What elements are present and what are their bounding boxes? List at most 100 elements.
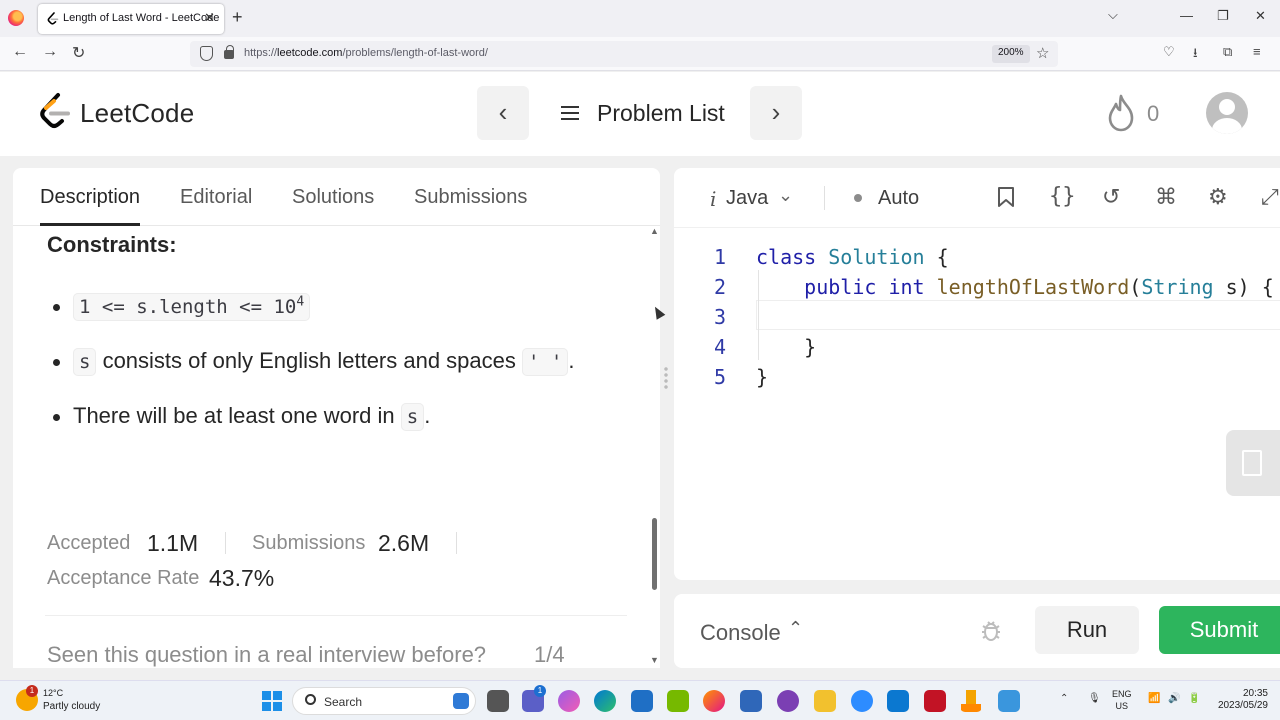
bullet (53, 414, 60, 421)
tab-submissions[interactable]: Submissions (414, 186, 527, 209)
scroll-down-arrow[interactable]: ▼ (650, 655, 659, 665)
downloads-icon[interactable]: ⭳ (1193, 44, 1198, 66)
zoom-level[interactable]: 200% (992, 45, 1030, 63)
back-icon[interactable]: ← (12, 43, 28, 61)
taskbar-search[interactable]: Search (292, 687, 476, 715)
panel-resize-handle[interactable] (664, 366, 668, 390)
store-icon[interactable] (740, 690, 762, 712)
mail-icon[interactable] (631, 690, 653, 712)
code-line-1[interactable]: class Solution { (756, 245, 949, 269)
input-language[interactable]: ENG US (1112, 688, 1132, 712)
scrollbar-thumb[interactable] (652, 518, 657, 590)
volume-icon[interactable]: 🔊 (1168, 693, 1180, 704)
wifi-icon[interactable]: 📶 (1148, 693, 1160, 704)
leetcode-wordmark[interactable]: LeetCode (80, 98, 194, 129)
forward-icon[interactable]: → (42, 43, 58, 61)
inline-code: s (73, 348, 97, 376)
code-line-5[interactable]: } (756, 365, 768, 389)
windows-start-icon[interactable] (262, 691, 282, 711)
constraint-2: s consists of only English letters and s… (73, 348, 574, 376)
reload-icon[interactable]: ↻ (72, 43, 85, 63)
scroll-up-arrow[interactable]: ▲ (650, 226, 659, 236)
list-icon[interactable] (561, 106, 579, 120)
tab-solutions[interactable]: Solutions (292, 186, 374, 209)
system-clock[interactable]: 20:35 2023/05/29 (1210, 688, 1268, 712)
settings-gear-icon[interactable]: ⚙ (1208, 184, 1228, 210)
line-number: 3 (714, 305, 727, 329)
pocket-icon[interactable]: ♡ (1163, 44, 1175, 60)
close-window-icon[interactable]: ✕ (1255, 8, 1266, 24)
divider (225, 532, 226, 554)
url-bar[interactable]: https://leetcode.com/problems/length-of-… (190, 41, 1058, 67)
chevron-down-icon[interactable]: ⌄ (778, 185, 793, 206)
problem-list-link[interactable]: Problem List (597, 100, 725, 127)
edge-browser-icon[interactable] (594, 690, 616, 712)
language-select[interactable]: Java (726, 187, 768, 210)
expand-icon[interactable]: ⤢ (1261, 184, 1279, 210)
show-hidden-icons[interactable]: ⌃ (1060, 693, 1068, 704)
description-panel: Description Editorial Solutions Submissi… (13, 168, 660, 668)
divider (824, 186, 825, 210)
weather-condition[interactable]: Partly cloudy (43, 701, 100, 712)
bing-icon[interactable] (453, 693, 469, 709)
accepted-value: 1.1M (147, 530, 199, 556)
microphone-icon[interactable]: 🎙 (1088, 693, 1101, 704)
divider (456, 532, 457, 554)
tab-description[interactable]: Description (40, 186, 140, 209)
url-text[interactable]: https://leetcode.com/problems/length-of-… (244, 47, 488, 59)
chevron-up-icon[interactable]: ⌃ (788, 618, 803, 639)
minimize-icon[interactable]: — (1180, 8, 1193, 23)
leetcode-logo-icon[interactable] (38, 92, 72, 132)
tab-editorial[interactable]: Editorial (180, 186, 252, 209)
interview-question[interactable]: Seen this question in a real interview b… (47, 642, 486, 668)
new-tab-icon[interactable]: + (232, 7, 243, 28)
console-bar: Console ⌃ Run Submit (674, 594, 1280, 668)
previous-problem-button[interactable]: ‹ (477, 86, 529, 140)
constraint-1-code: 1 <= s.length <= 104 (73, 293, 311, 321)
reset-code-icon[interactable]: ↺ (1102, 184, 1120, 210)
user-avatar[interactable] (1206, 92, 1248, 134)
vscode-icon[interactable] (887, 690, 909, 712)
code-line-4[interactable]: } (756, 335, 816, 359)
temperature[interactable]: 12°C (43, 688, 63, 698)
list-all-tabs-icon[interactable]: ⌵ (1108, 7, 1118, 23)
app-icon[interactable] (777, 690, 799, 712)
submissions-value: 2.6M (378, 530, 430, 556)
app-icon[interactable] (558, 690, 580, 712)
auto-mode[interactable]: Auto (878, 187, 919, 210)
code-line-3[interactable] (756, 305, 768, 329)
zoom-icon[interactable] (851, 690, 873, 712)
firefox-logo-icon[interactable] (8, 10, 24, 26)
notepad-icon[interactable] (998, 690, 1020, 712)
browser-tab[interactable]: Length of Last Word - LeetCode ✕ (38, 4, 224, 34)
bookmark-icon[interactable] (997, 186, 1015, 208)
line-number: 1 (714, 245, 727, 269)
shortcuts-icon[interactable]: ⌘ (1155, 184, 1177, 210)
lock-icon[interactable] (224, 45, 234, 59)
battery-icon[interactable]: 🔋 (1188, 693, 1200, 704)
accepted-label: Accepted (47, 532, 131, 554)
tracking-protection-icon[interactable] (200, 46, 213, 61)
nvidia-icon[interactable] (667, 690, 689, 712)
file-explorer-icon[interactable] (814, 690, 836, 712)
next-problem-button[interactable]: › (750, 86, 802, 140)
intellij-icon[interactable] (924, 690, 946, 712)
firefox-taskbar-icon[interactable] (703, 690, 725, 712)
code-line-2[interactable]: public int lengthOfLastWord(String s) { (756, 275, 1274, 299)
side-note-button[interactable] (1226, 430, 1280, 496)
restore-icon[interactable]: ❐ (1217, 8, 1229, 24)
console-toggle[interactable]: Console (700, 620, 781, 646)
format-code-icon[interactable]: {} (1049, 184, 1076, 209)
streak-flame-icon[interactable] (1105, 94, 1137, 132)
run-button[interactable]: Run (1035, 606, 1139, 654)
task-view-icon[interactable] (487, 690, 509, 712)
vlc-icon[interactable] (960, 690, 982, 712)
chat-badge: 1 (534, 685, 546, 697)
close-tab-icon[interactable]: ✕ (204, 10, 215, 26)
submit-button[interactable]: Submit (1159, 606, 1280, 654)
extensions-icon[interactable]: ⧉ (1223, 44, 1232, 60)
app-menu-icon[interactable]: ≡ (1253, 44, 1261, 59)
bookmark-star-icon[interactable]: ☆ (1036, 44, 1049, 62)
debug-bug-icon[interactable] (980, 618, 1002, 642)
submissions-label: Submissions (252, 532, 366, 554)
